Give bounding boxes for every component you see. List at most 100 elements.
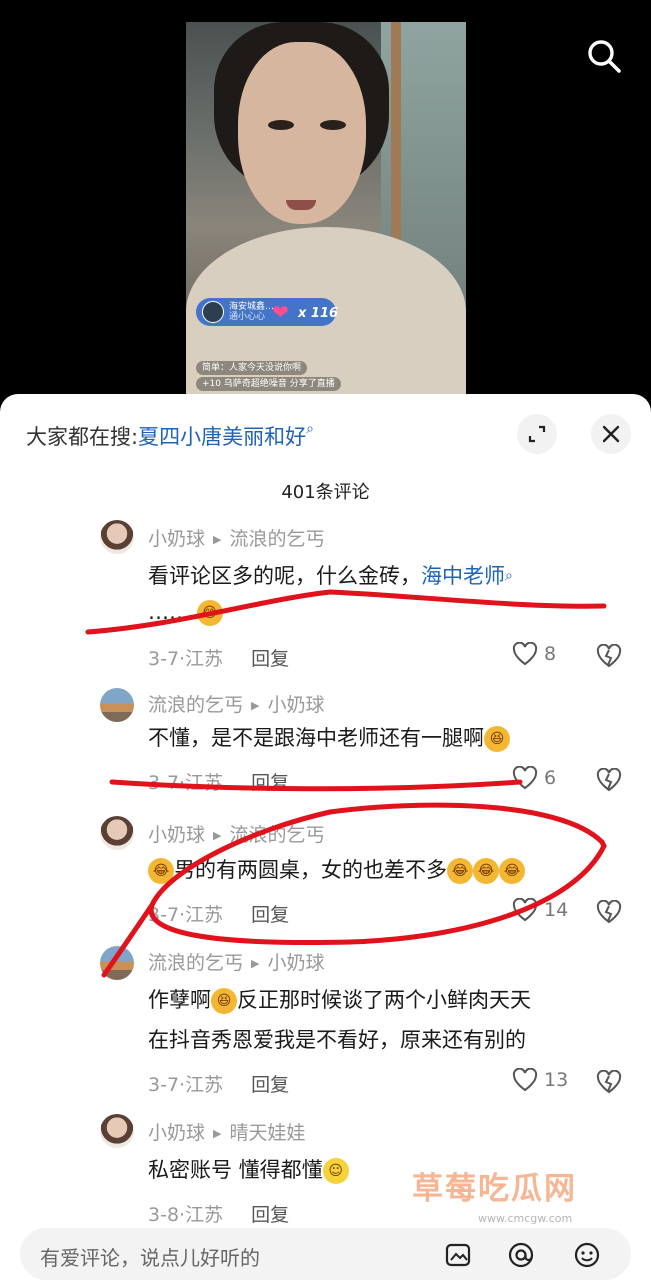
close-button[interactable] [591, 414, 631, 454]
gift-count: x 116 [298, 306, 339, 321]
laugh-cry-emoji-icon: 😂 [473, 858, 499, 884]
comment-text-part: 作孽啊 [148, 988, 211, 1012]
streamer-name: 海安城鑫… [229, 302, 275, 312]
streamer-avatar [202, 301, 224, 323]
comment-meta: 流浪的乞丐 ▶ 小奶球 [148, 690, 325, 717]
comment-input-placeholder[interactable]: 有爱评论，说点儿好听的 [40, 1242, 260, 1271]
laugh-cry-emoji-icon: 😂 [499, 858, 525, 884]
comment-username[interactable]: 小奶球 [148, 1122, 205, 1144]
at-icon[interactable] [506, 1240, 536, 1270]
heart-outline-icon [512, 766, 538, 790]
heart-outline-icon [512, 1068, 538, 1092]
avatar[interactable] [100, 1114, 134, 1148]
laugh-cry-emoji-icon: 😂 [148, 858, 174, 884]
comment-meta: 小奶球 ▶ 流浪的乞丐 [148, 524, 325, 551]
like-button[interactable]: 14 [512, 898, 568, 922]
comment-text-part: 男的有两圆桌，女的也差不多 [174, 858, 447, 882]
comments-count-title: 401条评论 [281, 482, 370, 503]
video-person-face [238, 42, 366, 224]
reply-button[interactable]: 回复 [251, 904, 289, 926]
laugh-cry-emoji-icon: 😆 [211, 988, 237, 1014]
broken-heart-icon[interactable] [596, 1070, 622, 1094]
laugh-cry-emoji-icon: 😆 [484, 726, 510, 752]
comment-username[interactable]: 小奶球 [148, 528, 205, 550]
comment-search-link[interactable]: 海中老师 [421, 564, 505, 588]
reply-arrow-icon: ▶ [251, 957, 260, 970]
comment-date-location: 3-8·江苏 [148, 1204, 224, 1226]
reply-arrow-icon: ▶ [213, 533, 222, 546]
like-count: 14 [544, 899, 569, 921]
comment-date-location: 3-7·江苏 [148, 904, 224, 926]
reply-button[interactable]: 回复 [251, 772, 289, 794]
search-icon[interactable] [586, 38, 622, 74]
comment-text-part: …… [148, 600, 190, 624]
comment-text: 私密账号 懂得都懂 ☺ [148, 1152, 349, 1188]
reply-arrow-icon: ▶ [213, 1127, 222, 1140]
hot-search-bar[interactable]: 大家都在搜:夏四小唐美丽和好⌕ [26, 421, 314, 451]
hot-search-prefix: 大家都在搜: [26, 425, 139, 449]
like-button[interactable]: 6 [512, 766, 556, 790]
comment-footer: 3-7·江苏 回复 [148, 1070, 289, 1097]
smile-emoji-icon: ☺ [322, 1158, 349, 1184]
laugh-cry-emoji-icon: 😂 [447, 858, 473, 884]
gift-heart-icon: ❤ [272, 300, 289, 324]
video-person-eye [268, 120, 294, 130]
reply-arrow-icon: ▶ [213, 829, 222, 842]
streamer-subtitle: 通小心心 [229, 312, 266, 322]
reply-to-username[interactable]: 流浪的乞丐 [229, 824, 324, 846]
comment-username[interactable]: 流浪的乞丐 [148, 952, 243, 974]
comment-text-part: 私密账号 懂得都懂 [148, 1158, 323, 1182]
comment-text-part: 反正那时候谈了两个小鲜肉天天 [237, 988, 531, 1012]
broken-heart-icon[interactable] [596, 768, 622, 792]
comment-username[interactable]: 小奶球 [148, 824, 205, 846]
image-icon[interactable] [443, 1240, 473, 1270]
comment-meta: 流浪的乞丐 ▶ 小奶球 [148, 948, 325, 975]
broken-heart-icon[interactable] [596, 644, 622, 668]
comment-meta: 小奶球 ▶ 流浪的乞丐 [148, 820, 325, 847]
broken-heart-icon[interactable] [596, 900, 622, 924]
comment-input-bar[interactable]: 有爱评论，说点儿好听的 [20, 1228, 631, 1280]
comment-date-location: 3-7·江苏 [148, 772, 224, 794]
like-count: 13 [544, 1069, 569, 1091]
comment-text-line2: 在抖音秀恩爱我是不看好，原来还有别的 [148, 1028, 526, 1052]
comment-date-location: 3-7·江苏 [148, 1074, 224, 1096]
comment-date-location: 3-7·江苏 [148, 648, 224, 670]
heart-outline-icon [512, 642, 538, 666]
emoji-icon[interactable] [572, 1240, 602, 1270]
live-video-frame[interactable] [186, 22, 466, 394]
reply-arrow-icon: ▶ [251, 699, 260, 712]
avatar[interactable] [100, 816, 134, 850]
reply-button[interactable]: 回复 [251, 1074, 289, 1096]
live-chat-line: 简单：人家今天没说你啊 [196, 361, 308, 375]
comment-text-line2: …… 😂 [148, 594, 223, 630]
avatar[interactable] [100, 520, 134, 554]
reply-to-username[interactable]: 小奶球 [267, 694, 324, 716]
comment-text-part: 看评论区多的呢，什么金砖， [148, 564, 421, 588]
expand-button[interactable] [517, 414, 557, 454]
reply-to-username[interactable]: 小奶球 [267, 952, 324, 974]
comment-text: 不懂，是不是跟海中老师还有一腿啊 😆 [148, 720, 510, 756]
like-count: 8 [544, 643, 557, 665]
reply-button[interactable]: 回复 [251, 648, 289, 670]
video-person-eye [320, 120, 346, 130]
comment-footer: 3-7·江苏 回复 [148, 900, 289, 927]
like-button[interactable]: 8 [512, 642, 556, 666]
comment-footer: 3-8·江苏 回复 [148, 1200, 289, 1227]
like-count: 6 [544, 767, 557, 789]
watermark-url: www.cmcgw.com [478, 1212, 573, 1225]
like-button[interactable]: 13 [512, 1068, 568, 1092]
comments-panel: 大家都在搜:夏四小唐美丽和好⌕ 401条评论 小奶球 ▶ 流浪的乞丐 看评论区多的呢… [0, 394, 651, 1280]
hot-search-keyword[interactable]: 夏四小唐美丽和好 [138, 425, 306, 449]
reply-button[interactable]: 回复 [251, 1204, 289, 1226]
reply-to-username[interactable]: 晴天娃娃 [229, 1122, 305, 1144]
reply-to-username[interactable]: 流浪的乞丐 [229, 528, 324, 550]
comment-text-part: 不懂，是不是跟海中老师还有一腿啊 [148, 726, 484, 750]
search-small-icon: ⌕ [306, 421, 314, 437]
avatar[interactable] [100, 688, 134, 722]
comment-username[interactable]: 流浪的乞丐 [148, 694, 243, 716]
comment-text: 😂 男的有两圆桌，女的也差不多 😂 😂 😂 [148, 852, 525, 888]
close-icon [602, 425, 620, 443]
avatar[interactable] [100, 946, 134, 980]
expand-icon [528, 425, 546, 443]
comment-text: 看评论区多的呢，什么金砖，海中老师⌕ [148, 558, 513, 594]
